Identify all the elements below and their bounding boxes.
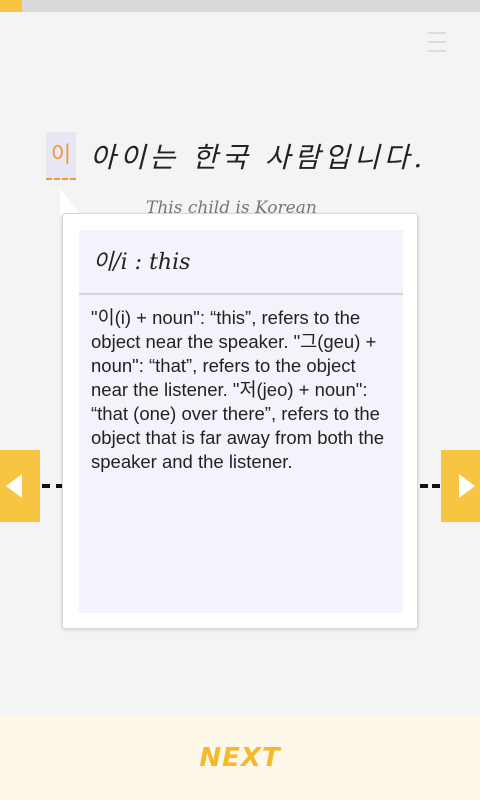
- previous-button[interactable]: [0, 450, 40, 522]
- menu-icon[interactable]: [428, 30, 446, 54]
- popup-content: 이/i : this "이(i) + noun": “this”, refers…: [79, 230, 403, 613]
- next-button[interactable]: NEXT: [0, 716, 480, 800]
- chevron-left-icon: [6, 474, 22, 498]
- next-arrow-button[interactable]: [441, 450, 480, 522]
- right-dash-line: [420, 484, 440, 488]
- popup-divider: [79, 293, 403, 295]
- progress-fill: [0, 0, 22, 12]
- popup-pointer: [60, 188, 82, 216]
- popup-body: "이(i) + noun": “this”, refers to the obj…: [91, 307, 385, 472]
- highlighted-word[interactable]: 이: [46, 132, 76, 180]
- left-dash-line: [42, 484, 64, 488]
- popup-title: 이/i : this: [93, 250, 191, 275]
- korean-sentence: 이 아이는 한국 사람입니다.: [46, 132, 426, 180]
- sentence-rest[interactable]: 아이는 한국 사람입니다.: [90, 136, 426, 176]
- chevron-right-icon: [459, 474, 475, 498]
- footer-bar: NEXT: [0, 716, 480, 800]
- word-explanation-popup: 이/i : this "이(i) + noun": “this”, refers…: [62, 213, 418, 629]
- progress-bar: [0, 0, 480, 12]
